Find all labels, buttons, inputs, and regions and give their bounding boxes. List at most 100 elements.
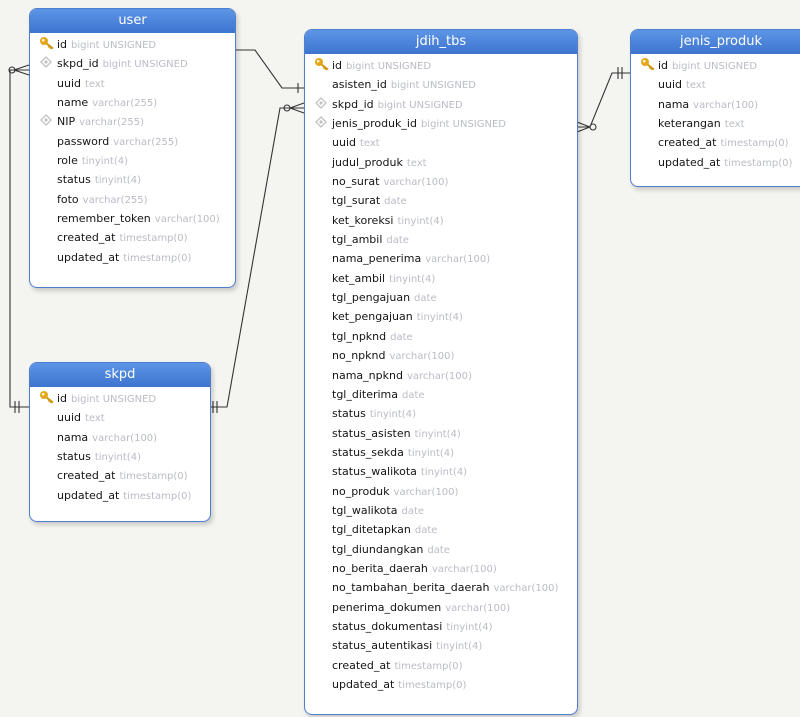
field-row[interactable]: tgl_npknd date bbox=[305, 327, 577, 346]
table-jdih-tbs[interactable]: jdih_tbs id bigint UNSIGNED asisten_id bigin… bbox=[304, 29, 578, 715]
field-row[interactable]: updated_at timestamp(0) bbox=[305, 675, 577, 694]
field-row[interactable]: NIP varchar(255) bbox=[30, 112, 235, 131]
field-row[interactable]: status_asisten tinyint(4) bbox=[305, 424, 577, 443]
blank-icon-slot bbox=[314, 231, 330, 245]
field-row[interactable]: status_sekda tinyint(4) bbox=[305, 443, 577, 462]
field-row[interactable]: uuid text bbox=[631, 75, 800, 94]
field-row[interactable]: tgl_surat date bbox=[305, 191, 577, 210]
field-name: tgl_surat bbox=[332, 194, 381, 208]
field-row[interactable]: nama varchar(100) bbox=[30, 428, 210, 447]
field-row[interactable]: status_dokumentasi tinyint(4) bbox=[305, 617, 577, 636]
field-row[interactable]: ket_pengajuan tinyint(4) bbox=[305, 307, 577, 326]
field-row[interactable]: updated_at timestamp(0) bbox=[30, 248, 235, 267]
field-name: id bbox=[57, 38, 68, 51]
blank-icon-slot bbox=[640, 96, 656, 110]
field-row[interactable]: ket_koreksi tinyint(4) bbox=[305, 211, 577, 230]
field-name: nama_penerima bbox=[332, 252, 422, 266]
field-row[interactable]: jenis_produk_id bigint UNSIGNED bbox=[305, 114, 577, 133]
field-row[interactable]: id bigint UNSIGNED bbox=[305, 56, 577, 75]
field-row[interactable]: name varchar(255) bbox=[30, 93, 235, 112]
field-row[interactable]: tgl_pengajuan date bbox=[305, 288, 577, 307]
field-list: id bigint UNSIGNED skpd_id bigint UNSIGNED u… bbox=[30, 33, 235, 267]
field-row[interactable]: skpd_id bigint UNSIGNED bbox=[305, 95, 577, 114]
field-row[interactable]: tgl_diundangkan date bbox=[305, 540, 577, 559]
field-type: varchar(255) bbox=[92, 98, 158, 110]
field-name: nama bbox=[57, 430, 89, 444]
table-title: skpd bbox=[30, 363, 210, 387]
field-row[interactable]: no_tambahan_berita_daerah varchar(100) bbox=[305, 578, 577, 597]
field-row[interactable]: no_npknd varchar(100) bbox=[305, 346, 577, 365]
field-type: tinyint(4) bbox=[389, 273, 436, 285]
table-user[interactable]: user id bigint UNSIGNED skpd_id bigint UNSIG… bbox=[29, 8, 236, 288]
field-row[interactable]: status_autentikasi tinyint(4) bbox=[305, 636, 577, 655]
field-row[interactable]: nama_penerima varchar(100) bbox=[305, 249, 577, 268]
blank-icon-slot bbox=[314, 250, 330, 264]
field-row[interactable]: status_walikota tinyint(4) bbox=[305, 462, 577, 481]
field-name: foto bbox=[57, 192, 79, 206]
field-row[interactable]: remember_token varchar(100) bbox=[30, 209, 235, 228]
field-row[interactable]: created_at timestamp(0) bbox=[30, 228, 235, 247]
field-row[interactable]: tgl_diterima date bbox=[305, 385, 577, 404]
field-row[interactable]: id bigint UNSIGNED bbox=[631, 56, 800, 75]
field-row[interactable]: tgl_walikota date bbox=[305, 501, 577, 520]
field-type: timestamp(0) bbox=[123, 490, 192, 502]
field-row[interactable]: skpd_id bigint UNSIGNED bbox=[30, 54, 235, 73]
field-row[interactable]: created_at timestamp(0) bbox=[30, 466, 210, 485]
field-row[interactable]: updated_at timestamp(0) bbox=[631, 153, 800, 172]
field-type: tinyint(4) bbox=[397, 215, 444, 227]
field-type: timestamp(0) bbox=[123, 252, 192, 264]
field-type: tinyint(4) bbox=[414, 428, 461, 440]
field-row[interactable]: no_surat varchar(100) bbox=[305, 172, 577, 191]
blank-icon-slot bbox=[314, 405, 330, 419]
field-name: updated_at bbox=[57, 488, 120, 502]
field-row[interactable]: id bigint UNSIGNED bbox=[30, 389, 210, 408]
field-name: tgl_diundangkan bbox=[332, 542, 424, 556]
field-row[interactable]: uuid text bbox=[30, 408, 210, 427]
field-row[interactable]: nama_npknd varchar(100) bbox=[305, 366, 577, 385]
field-type: varchar(100) bbox=[431, 563, 497, 575]
field-row[interactable]: ket_ambil tinyint(4) bbox=[305, 269, 577, 288]
field-row[interactable]: penerima_dokumen varchar(100) bbox=[305, 598, 577, 617]
field-list: id bigint UNSIGNED uuid text nama varchar(100… bbox=[631, 54, 800, 172]
field-row[interactable]: judul_produk text bbox=[305, 153, 577, 172]
field-type: bigint UNSIGNED bbox=[420, 119, 506, 131]
field-row[interactable]: tgl_ditetapkan date bbox=[305, 520, 577, 539]
field-row[interactable]: keterangan text bbox=[631, 114, 800, 133]
field-name: updated_at bbox=[57, 250, 120, 264]
field-row[interactable]: created_at timestamp(0) bbox=[631, 133, 800, 152]
field-name: uuid bbox=[332, 136, 356, 150]
field-type: tinyint(4) bbox=[94, 175, 141, 187]
field-row[interactable]: updated_at timestamp(0) bbox=[30, 486, 210, 505]
blank-icon-slot bbox=[314, 521, 330, 535]
field-name: penerima_dokumen bbox=[332, 600, 442, 614]
field-type: timestamp(0) bbox=[398, 680, 467, 691]
field-row[interactable]: password varchar(255) bbox=[30, 132, 235, 151]
field-type: date bbox=[427, 544, 450, 556]
table-jenis-produk[interactable]: jenis_produk id bigint UNSIGNED uuid text nam… bbox=[630, 29, 800, 187]
blank-icon-slot bbox=[314, 444, 330, 458]
blank-icon-slot bbox=[314, 328, 330, 342]
field-row[interactable]: status tinyint(4) bbox=[30, 170, 235, 189]
field-type: tinyint(4) bbox=[369, 409, 416, 421]
field-list: id bigint UNSIGNED asisten_id bigint UNSIGN… bbox=[305, 54, 577, 694]
field-row[interactable]: created_at timestamp(0) bbox=[305, 656, 577, 675]
field-row[interactable]: no_produk varchar(100) bbox=[305, 482, 577, 501]
table-skpd[interactable]: skpd id bigint UNSIGNED uuid text nama varchar… bbox=[29, 362, 211, 522]
field-row[interactable]: no_berita_daerah varchar(100) bbox=[305, 559, 577, 578]
field-row[interactable]: nama varchar(100) bbox=[631, 95, 800, 114]
field-type: varchar(100) bbox=[154, 214, 220, 226]
field-row[interactable]: tgl_ambil date bbox=[305, 230, 577, 249]
field-row[interactable]: uuid text bbox=[30, 74, 235, 93]
field-row[interactable]: id bigint UNSIGNED bbox=[30, 35, 235, 54]
blank-icon-slot bbox=[314, 599, 330, 613]
blank-icon-slot bbox=[314, 308, 330, 322]
field-row[interactable]: status tinyint(4) bbox=[305, 404, 577, 423]
field-type: varchar(100) bbox=[92, 432, 158, 444]
field-row[interactable]: asisten_id bigint UNSIGNED bbox=[305, 75, 577, 94]
field-row[interactable]: role tinyint(4) bbox=[30, 151, 235, 170]
field-row[interactable]: uuid text bbox=[305, 133, 577, 152]
index-diamond-icon bbox=[314, 96, 330, 110]
blank-icon-slot bbox=[39, 152, 55, 166]
field-row[interactable]: foto varchar(255) bbox=[30, 190, 235, 209]
field-row[interactable]: status tinyint(4) bbox=[30, 447, 210, 466]
